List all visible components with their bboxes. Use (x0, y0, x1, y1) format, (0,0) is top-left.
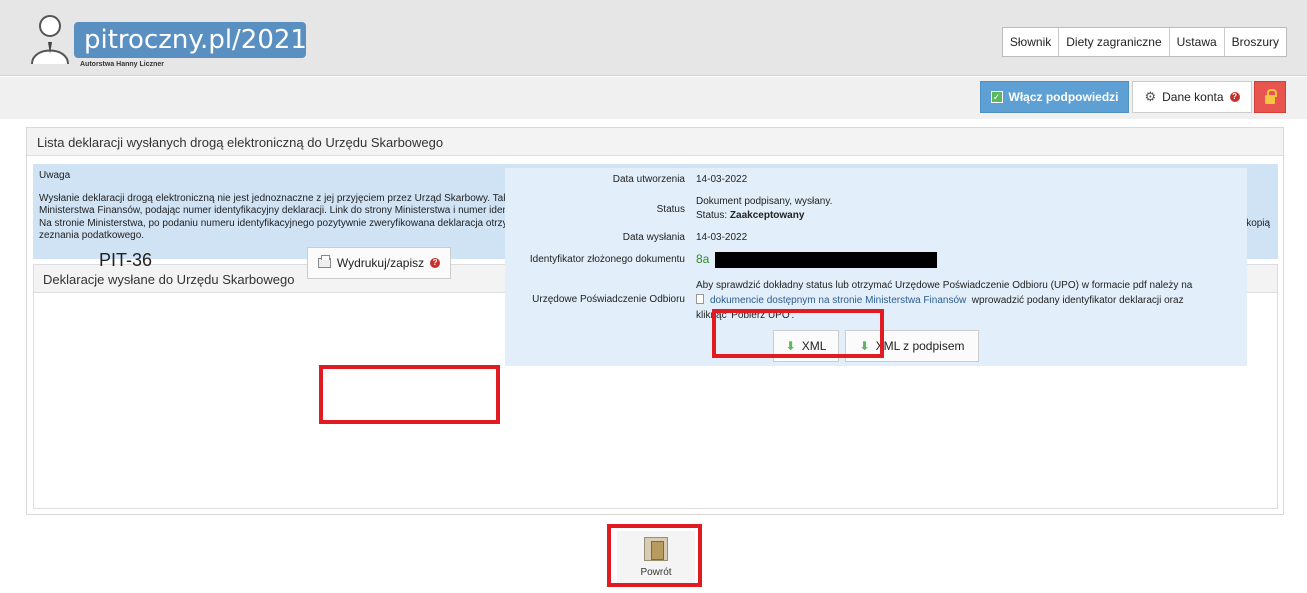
upo-text-2: wprowadzić podany identyfikator deklarac… (971, 295, 1184, 306)
nav-slownik[interactable]: Słownik (1003, 28, 1060, 56)
checkbox-icon: ✓ (990, 91, 1003, 103)
door-exit-icon (644, 536, 668, 561)
logo-subtitle: Autorstwa Hanny Liczner (80, 61, 165, 68)
download-icon: ⬇ (785, 339, 796, 353)
print-save-label: Wydrukuj/zapisz (336, 256, 425, 270)
toolbar: ✓ Włącz podpowiedzi ⚙ Dane konta ? (0, 77, 1307, 119)
status-line-1: Dokument podpisany, wysłany. (696, 196, 833, 207)
created-date-label: Data utworzenia (612, 174, 685, 185)
enable-hints-button[interactable]: ✓ Włącz podpowiedzi (980, 81, 1129, 113)
back-button[interactable]: Powrót (617, 531, 695, 583)
upo-text-1: Aby sprawdzić dokładny status lub otrzym… (696, 280, 1193, 291)
upo-text-3: kliknąć 'Pobierz UPO'. (696, 310, 795, 321)
created-date-value: 14-03-2022 (696, 174, 748, 185)
upo-instructions: Aby sprawdzić dokładny status lub otrzym… (696, 278, 1236, 323)
logout-button[interactable] (1254, 81, 1286, 113)
upo-label: Urzędowe Poświadczenie Odbioru (532, 294, 685, 305)
document-id-value: 8a (696, 252, 710, 266)
download-icon: ⬇ (859, 339, 870, 353)
xml-label: XML (801, 339, 827, 353)
declaration-details: Data utworzenia 14-03-2022 Status Dokume… (505, 168, 1247, 366)
logo-text: pitroczny.pl/2021 (84, 25, 307, 55)
status-line-2: Status: Zaakceptowany (696, 209, 832, 223)
document-id-label: Identyfikator złożonego dokumentu (529, 254, 685, 265)
status-prefix: Status: (696, 210, 728, 221)
document-icon (696, 294, 704, 304)
xml-download-button[interactable]: ⬇ XML (773, 330, 839, 362)
printer-icon (317, 255, 331, 268)
form-name: PIT-36 (99, 250, 153, 270)
lock-icon (1265, 88, 1277, 104)
nav-diety-zagraniczne[interactable]: Diety zagraniczne (1059, 28, 1170, 56)
status-accepted: Zaakceptowany (729, 210, 805, 221)
top-nav: Słownik Diety zagraniczne Ustawa Broszur… (1001, 27, 1287, 57)
nav-broszury[interactable]: Broszury (1225, 28, 1286, 56)
status-label: Status (656, 204, 685, 215)
account-button[interactable]: ⚙ Dane konta ? (1132, 81, 1252, 113)
nav-ustawa[interactable]: Ustawa (1170, 28, 1225, 56)
panel-title: Lista deklaracji wysłanych drogą elektro… (27, 128, 1283, 156)
sent-date-value: 14-03-2022 (696, 232, 748, 243)
xml-signed-label: XML z podpisem (875, 339, 965, 353)
account-label: Dane konta (1162, 90, 1224, 104)
logo[interactable]: pitroczny.pl/2021 Autorstwa Hanny Liczne… (28, 12, 308, 72)
sent-date-label: Data wysłania (622, 232, 685, 243)
ministry-link[interactable]: dokumencie dostępnym na stronie Minister… (710, 295, 966, 306)
header: pitroczny.pl/2021 Autorstwa Hanny Liczne… (0, 0, 1307, 76)
gear-icon: ⚙ (1144, 89, 1157, 104)
xml-signed-download-button[interactable]: ⬇ XML z podpisem (845, 330, 979, 362)
print-save-button[interactable]: Wydrukuj/zapisz ? (307, 247, 451, 279)
back-label: Powrót (640, 566, 672, 578)
help-icon[interactable]: ? (1229, 92, 1240, 102)
redacted-block (715, 252, 937, 268)
upo-text-2-line: dokumencie dostępnym na stronie Minister… (696, 293, 1236, 308)
help-icon[interactable]: ? (430, 258, 441, 268)
enable-hints-label: Włącz podpowiedzi (1008, 90, 1119, 104)
status-value: Dokument podpisany, wysłany. Status: Zaa… (696, 195, 832, 223)
